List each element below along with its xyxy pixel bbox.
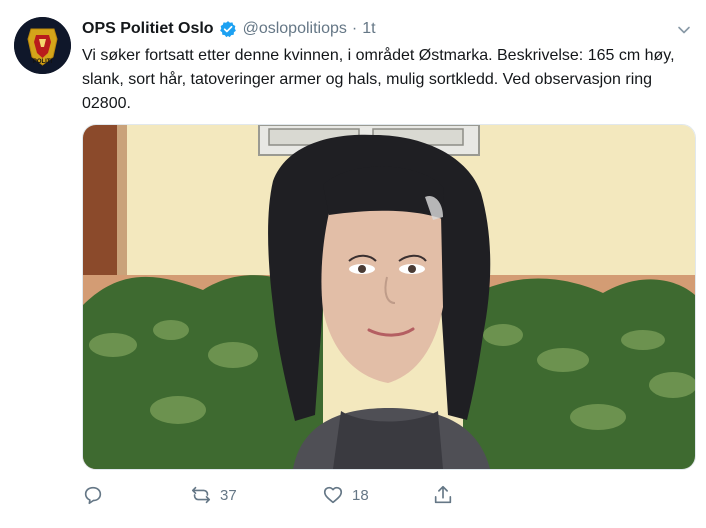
reply-button[interactable] — [82, 484, 104, 506]
tweet-timestamp[interactable]: 1t — [362, 20, 375, 38]
verified-badge-icon — [219, 21, 236, 38]
police-badge-icon: POLITI — [14, 17, 71, 74]
tweet-header: OPS Politiet Oslo @oslopolitiops · 1t — [82, 18, 376, 40]
tweet-actions: 37 18 — [82, 484, 482, 512]
photo-image — [83, 125, 695, 469]
share-icon — [434, 485, 452, 504]
avatar[interactable]: POLITI — [14, 17, 71, 74]
retweet-count: 37 — [220, 486, 237, 504]
author-handle[interactable]: @oslopolitiops — [243, 20, 347, 38]
retweet-button[interactable]: 37 — [190, 484, 237, 506]
chevron-down-icon[interactable] — [676, 22, 692, 38]
like-count: 18 — [352, 486, 369, 504]
author-name[interactable]: OPS Politiet Oslo — [82, 20, 214, 38]
retweet-icon — [191, 486, 211, 504]
heart-icon — [323, 486, 343, 504]
separator-dot: · — [351, 20, 358, 37]
avatar-badge-text: POLITI — [33, 59, 53, 65]
share-button[interactable] — [432, 484, 454, 506]
tweet-text: Vi søker fortsatt etter denne kvinnen, i… — [82, 47, 675, 112]
comment-icon — [84, 486, 102, 505]
like-button[interactable]: 18 — [322, 484, 369, 506]
tweet-photo[interactable] — [82, 124, 696, 470]
